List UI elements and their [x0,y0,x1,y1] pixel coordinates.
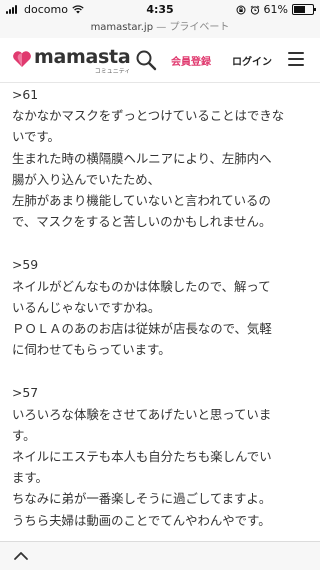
comment-line: 左肺があまり機能していないと言われているの [12,193,271,209]
comment-line: ネイルがどんなものかは体験したので、解って [12,278,271,294]
comment-line: 腸が入り込んでいたため、 [12,171,161,187]
scroll-top-button[interactable] [0,542,42,570]
hamburger-menu-icon[interactable] [288,52,304,66]
comment-line: に伺わせてもらっています。 [12,342,171,358]
browser-bottom-bar [0,541,320,570]
url-domain: mamastar.jp [90,22,154,33]
comment-reply-ref[interactable]: >57 [12,382,312,403]
comment-item: >57 いろいろな体験をさせてあげたいと思っていま す。 ネイルにエステも本人も… [12,382,312,530]
comment-reply-ref[interactable]: >59 [12,254,312,275]
comment-item: >59 ネイルがどんなものかは体験したので、解って いるんじゃないですかね。 Ｐ… [12,254,312,360]
url-separator: — [156,22,167,33]
status-bar: docomo 4:35 61% [0,0,320,20]
comment-reply-ref[interactable]: >61 [12,84,312,105]
comment-line: ＰＯＬＡのあのお店は従妹が店長なので、気軽 [12,321,272,337]
comment-line: す。 [12,427,36,443]
logo-wordmark: mamasta [34,46,131,68]
comment-line: で、マスクをすると苦しいのかもしれません。 [12,214,272,230]
rotation-lock-icon [236,5,246,14]
comment-line: なかなかマスクをずっとつけていることはできな [12,108,285,124]
site-header: mamasta コミュニティ 会員登録 ログイン [0,38,320,83]
comment-line: ちなみに弟が一番楽しそうに過ごしてますよ。 [12,491,272,507]
comment-line: ます。 [12,470,48,486]
alarm-icon [250,5,259,15]
comment-line: ネイルにエステも本人も自分たちも楽しんでい [12,449,272,465]
comment-line: いです。 [12,129,60,145]
private-mode-label: プライベート [169,22,230,33]
search-icon[interactable] [135,49,157,71]
logo-heart-icon [13,51,31,67]
comment-line: いるんじゃないですかね。 [12,299,161,315]
comment-line: 生まれた時の横隔膜ヘルニアにより、左肺内へ [12,150,272,166]
battery-percent: 61% [263,3,288,16]
site-logo[interactable]: mamasta コミュニティ [12,46,131,75]
comment-item: >61 なかなかマスクをずっとつけていることはできな いです。 生まれた時の横隔… [12,84,312,232]
status-right: 61% [236,3,316,16]
address-bar[interactable]: mamastar.jp — プライベート [0,20,320,38]
battery-icon [292,4,316,15]
register-link[interactable]: 会員登録 [171,53,211,68]
comment-line: うちら夫婦は動画のことでてんやわんやです。 [12,512,271,528]
login-link[interactable]: ログイン [232,53,272,68]
chevron-up-icon [14,552,28,560]
comment-list: >61 なかなかマスクをずっとつけていることはできな いです。 生まれた時の横隔… [12,84,312,553]
comment-line: いろいろな体験をさせてあげたいと思っていま [12,406,272,422]
